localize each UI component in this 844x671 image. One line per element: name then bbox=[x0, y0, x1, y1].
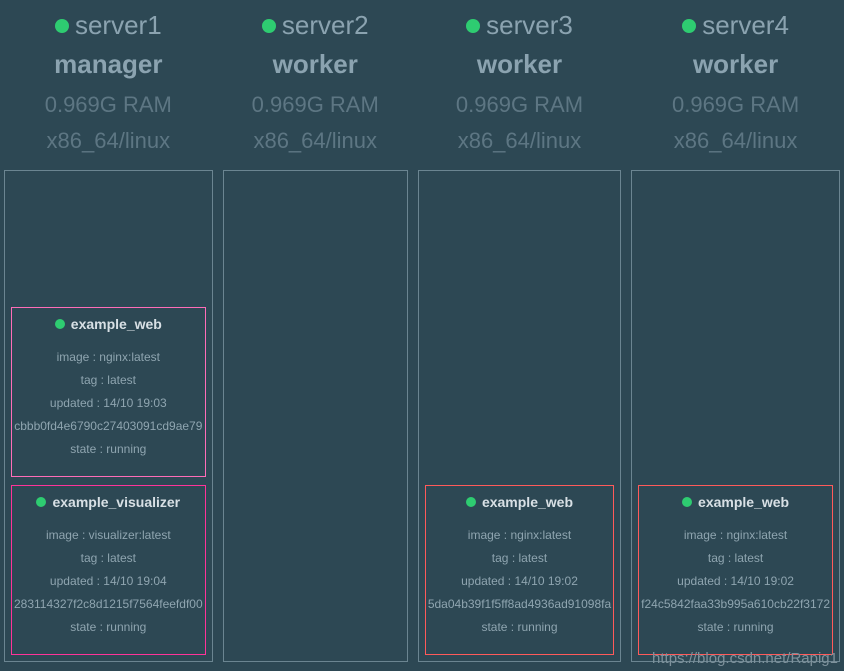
node-header: server1 manager 0.969G RAM x86_64/linux bbox=[4, 4, 213, 164]
node-ram: 0.969G RAM bbox=[4, 92, 213, 118]
service-updated: updated : 14/10 19:03 bbox=[14, 397, 203, 409]
node-name: server4 bbox=[702, 10, 789, 41]
node-header: server3 worker 0.969G RAM x86_64/linux bbox=[418, 4, 621, 164]
node-title-row: server2 bbox=[262, 10, 369, 41]
service-tag: tag : latest bbox=[14, 552, 203, 564]
node-name: server1 bbox=[75, 10, 162, 41]
service-image: image : nginx:latest bbox=[641, 529, 830, 541]
service-updated: updated : 14/10 19:02 bbox=[428, 575, 611, 587]
service-tag: tag : latest bbox=[14, 374, 203, 386]
service-state: state : running bbox=[14, 621, 203, 633]
node-arch: x86_64/linux bbox=[223, 128, 408, 154]
node-header: server4 worker 0.969G RAM x86_64/linux bbox=[631, 4, 840, 164]
service-tag: tag : latest bbox=[428, 552, 611, 564]
watermark-text: https://blog.csdn.net/Rapig1 bbox=[652, 650, 838, 667]
service-title-row: example_web bbox=[55, 316, 162, 332]
node-name: server2 bbox=[282, 10, 369, 41]
container-zone: example_web image : nginx:latest tag : l… bbox=[631, 170, 840, 662]
node-name: server3 bbox=[486, 10, 573, 41]
container-zone: example_web image : nginx:latest tag : l… bbox=[4, 170, 213, 662]
status-dot-icon bbox=[55, 19, 69, 33]
service-id: 283114327f2c8d1215f7564feefdf00 bbox=[14, 598, 203, 610]
service-name: example_web bbox=[698, 494, 789, 510]
status-dot-icon bbox=[682, 497, 692, 507]
node-column: server4 worker 0.969G RAM x86_64/linux e… bbox=[631, 4, 840, 662]
node-role: worker bbox=[631, 49, 840, 80]
service-state: state : running bbox=[641, 621, 830, 633]
service-state: state : running bbox=[14, 443, 203, 455]
status-dot-icon bbox=[682, 19, 696, 33]
service-name: example_web bbox=[482, 494, 573, 510]
service-card[interactable]: example_web image : nginx:latest tag : l… bbox=[638, 485, 833, 655]
service-id: cbbb0fd4e6790c27403091cd9ae79 bbox=[14, 420, 203, 432]
service-state: state : running bbox=[428, 621, 611, 633]
node-header: server2 worker 0.969G RAM x86_64/linux bbox=[223, 4, 408, 164]
service-card[interactable]: example_web image : nginx:latest tag : l… bbox=[11, 307, 206, 477]
node-ram: 0.969G RAM bbox=[223, 92, 408, 118]
service-tag: tag : latest bbox=[641, 552, 830, 564]
service-id: 5da04b39f1f5ff8ad4936ad91098fa bbox=[428, 598, 611, 610]
node-column: server2 worker 0.969G RAM x86_64/linux bbox=[223, 4, 408, 662]
service-title-row: example_visualizer bbox=[36, 494, 180, 510]
container-zone bbox=[223, 170, 408, 662]
node-column: server3 worker 0.969G RAM x86_64/linux e… bbox=[418, 4, 621, 662]
service-updated: updated : 14/10 19:04 bbox=[14, 575, 203, 587]
service-name: example_web bbox=[71, 316, 162, 332]
service-image: image : visualizer:latest bbox=[14, 529, 203, 541]
node-role: worker bbox=[223, 49, 408, 80]
container-zone: example_web image : nginx:latest tag : l… bbox=[418, 170, 621, 662]
node-ram: 0.969G RAM bbox=[631, 92, 840, 118]
service-title-row: example_web bbox=[682, 494, 789, 510]
node-title-row: server4 bbox=[682, 10, 789, 41]
node-ram: 0.969G RAM bbox=[418, 92, 621, 118]
node-role: manager bbox=[4, 49, 213, 80]
status-dot-icon bbox=[466, 19, 480, 33]
status-dot-icon bbox=[262, 19, 276, 33]
status-dot-icon bbox=[466, 497, 476, 507]
service-card[interactable]: example_web image : nginx:latest tag : l… bbox=[425, 485, 614, 655]
status-dot-icon bbox=[36, 497, 46, 507]
node-grid: server1 manager 0.969G RAM x86_64/linux … bbox=[0, 0, 844, 666]
service-image: image : nginx:latest bbox=[428, 529, 611, 541]
service-image: image : nginx:latest bbox=[14, 351, 203, 363]
service-updated: updated : 14/10 19:02 bbox=[641, 575, 830, 587]
node-column: server1 manager 0.969G RAM x86_64/linux … bbox=[4, 4, 213, 662]
service-title-row: example_web bbox=[466, 494, 573, 510]
service-name: example_visualizer bbox=[52, 494, 180, 510]
node-arch: x86_64/linux bbox=[4, 128, 213, 154]
node-role: worker bbox=[418, 49, 621, 80]
service-card[interactable]: example_visualizer image : visualizer:la… bbox=[11, 485, 206, 655]
node-arch: x86_64/linux bbox=[631, 128, 840, 154]
node-arch: x86_64/linux bbox=[418, 128, 621, 154]
service-id: f24c5842faa33b995a610cb22f3172 bbox=[641, 598, 830, 610]
node-title-row: server1 bbox=[55, 10, 162, 41]
status-dot-icon bbox=[55, 319, 65, 329]
node-title-row: server3 bbox=[466, 10, 573, 41]
